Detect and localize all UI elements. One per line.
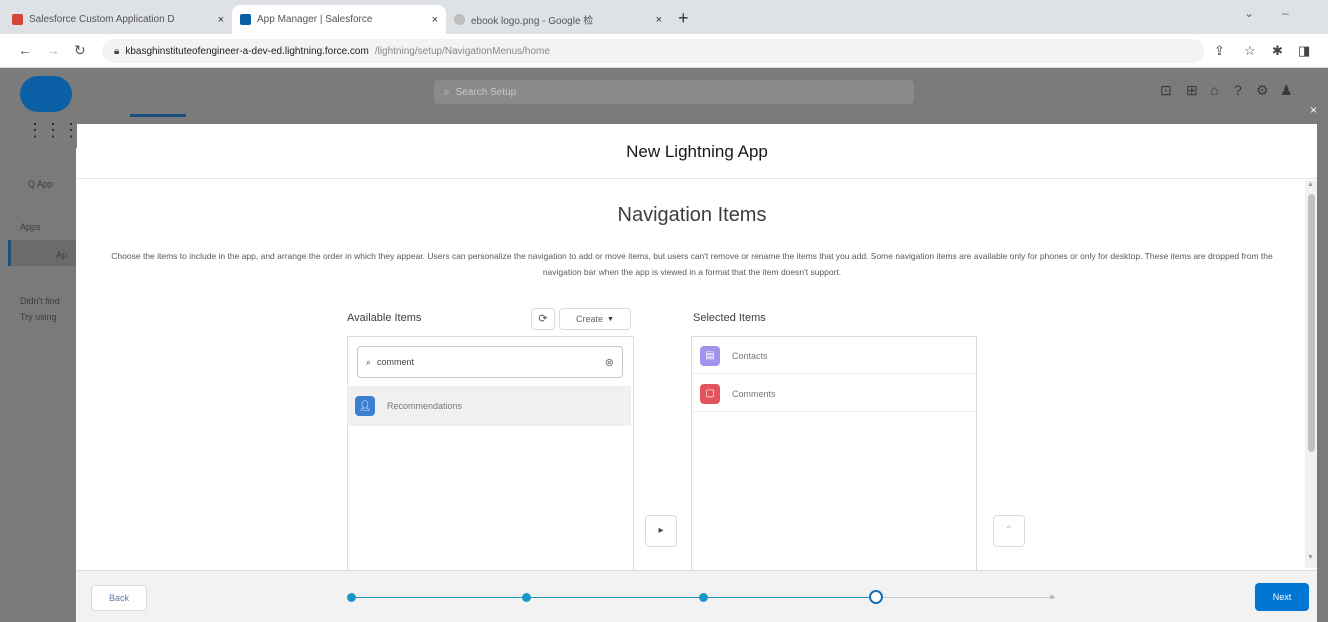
gear-icon[interactable]: ⚙ xyxy=(1256,82,1269,99)
progress-line-remaining xyxy=(883,597,1055,598)
new-lightning-app-modal: New Lightning App ▲ ▼ Navigation Items C… xyxy=(77,124,1317,622)
app-launcher-icon[interactable]: ⋮⋮⋮ xyxy=(26,120,80,141)
quick-find-text: Q App xyxy=(28,179,54,189)
step-description: Choose the items to include in the app, … xyxy=(111,251,1273,277)
url-host: kbasghinstituteofengineer-a-dev-ed.light… xyxy=(125,45,369,57)
star-icon[interactable]: ☆ xyxy=(1244,43,1256,59)
sidebar-item-app-manager[interactable]: Ap xyxy=(56,250,67,260)
create-button-label: Create xyxy=(576,314,604,324)
sidebar-hint-text: Didn't find xyxy=(20,296,60,306)
modal-title: New Lightning App xyxy=(77,124,1317,179)
progress-step-1 xyxy=(347,593,356,602)
forward-arrow-icon[interactable]: → xyxy=(46,42,60,58)
next-button[interactable]: Next xyxy=(1255,583,1309,611)
help-icon[interactable]: ? xyxy=(1234,82,1242,98)
refresh-button[interactable]: ⟳ xyxy=(531,308,555,330)
reload-icon[interactable]: ↻ xyxy=(74,42,86,59)
refresh-icon: ⟳ xyxy=(538,313,548,325)
browser-tab-title: App Manager | Salesforce xyxy=(257,14,373,25)
favorites-icon[interactable]: ⊡ xyxy=(1160,82,1172,99)
trailhead-icon[interactable]: ⌂ xyxy=(1210,82,1218,98)
close-icon[interactable]: × xyxy=(432,14,438,26)
scroll-down-icon[interactable]: ▼ xyxy=(1307,554,1314,561)
progress-step-3 xyxy=(699,593,708,602)
browser-tab-bar: Salesforce Custom Application D × App Ma… xyxy=(0,0,1328,34)
available-items-search[interactable]: ⌕ ⊗ xyxy=(357,346,623,378)
comment-icon: ▢ xyxy=(700,383,720,404)
browser-tab-title: ebook logo.png - Google 检 xyxy=(471,16,594,27)
search-icon: ⌕ xyxy=(444,86,450,98)
sidebar-item-apps[interactable]: Apps xyxy=(20,222,41,232)
back-button[interactable]: Back xyxy=(91,585,147,611)
move-to-selected-button[interactable]: ▸ xyxy=(645,515,677,547)
gmail-favicon-icon xyxy=(12,14,23,25)
close-icon[interactable]: × xyxy=(218,14,224,26)
browser-tab-1[interactable]: Salesforce Custom Application D × xyxy=(4,5,232,34)
progress-step-6 xyxy=(1050,595,1054,599)
address-bar[interactable]: 🔒︎ kbasghinstituteofengineer-a-dev-ed.li… xyxy=(102,39,1204,63)
add-icon[interactable]: ⊞ xyxy=(1186,82,1198,99)
progress-line-complete xyxy=(353,597,873,598)
browser-toolbar: ← → ↻ 🔒︎ kbasghinstituteofengineer-a-dev… xyxy=(0,34,1328,68)
minimize-icon[interactable]: – xyxy=(1282,6,1289,20)
progress-step-current xyxy=(869,590,883,604)
page-favicon-icon xyxy=(454,14,465,25)
background-edge xyxy=(1316,120,1328,622)
available-items-label: Available Items xyxy=(347,312,422,324)
scrollbar-thumb[interactable] xyxy=(1308,194,1315,452)
progress-step-2 xyxy=(522,593,531,602)
salesforce-logo-icon xyxy=(20,76,72,112)
modal-footer: Back Next xyxy=(77,570,1317,622)
caret-down-icon: ▼ xyxy=(607,315,614,323)
setup-search[interactable]: ⌕ Search Setup xyxy=(434,80,914,104)
close-icon[interactable]: × xyxy=(1310,103,1317,117)
sidebar-icon[interactable]: ◨ xyxy=(1298,43,1310,59)
sidebar-hint-text: Try using xyxy=(20,312,57,322)
available-item[interactable]: 👤︎ Recommendations xyxy=(347,386,631,426)
active-tab-indicator xyxy=(130,114,186,117)
contact-card-icon: ▤ xyxy=(700,345,720,366)
selected-item[interactable]: ▤ Contacts xyxy=(692,338,976,374)
person-icon: 👤︎ xyxy=(355,396,375,416)
scroll-up-icon[interactable]: ▲ xyxy=(1307,181,1314,188)
back-arrow-icon[interactable]: ← xyxy=(18,42,32,58)
selected-item-label: Contacts xyxy=(732,350,768,361)
move-up-button[interactable]: ⌃ xyxy=(993,515,1025,547)
lock-icon: 🔒︎ xyxy=(114,45,120,57)
share-icon[interactable]: ⇪ xyxy=(1214,43,1225,59)
salesforce-favicon-icon xyxy=(240,14,251,25)
browser-tab-3[interactable]: ebook logo.png - Google 检 × xyxy=(446,5,670,34)
available-items-search-input[interactable] xyxy=(377,357,578,367)
create-button[interactable]: Create ▼ xyxy=(559,308,631,330)
selected-item-label: Comments xyxy=(732,388,776,399)
setup-search-placeholder: Search Setup xyxy=(455,86,517,98)
setup-sidebar xyxy=(0,148,76,622)
browser-tab-2[interactable]: App Manager | Salesforce × xyxy=(232,5,446,34)
url-path: /lightning/setup/NavigationMenus/home xyxy=(374,45,550,57)
step-title: Navigation Items xyxy=(617,204,767,226)
close-icon[interactable]: × xyxy=(656,14,662,26)
available-item-label: Recommendations xyxy=(387,401,463,411)
new-tab-button[interactable]: + xyxy=(678,8,689,29)
chevron-down-icon[interactable]: ⌄ xyxy=(1244,6,1254,20)
extensions-icon[interactable]: ✱ xyxy=(1272,43,1283,59)
browser-tab-title: Salesforce Custom Application D xyxy=(29,14,175,25)
bell-icon[interactable]: ♟ xyxy=(1280,82,1293,99)
selected-item[interactable]: ▢ Comments xyxy=(692,376,976,412)
clear-icon[interactable]: ⊗ xyxy=(605,356,614,369)
selected-items-label: Selected Items xyxy=(693,312,766,324)
search-icon: ⌕ xyxy=(366,356,372,367)
